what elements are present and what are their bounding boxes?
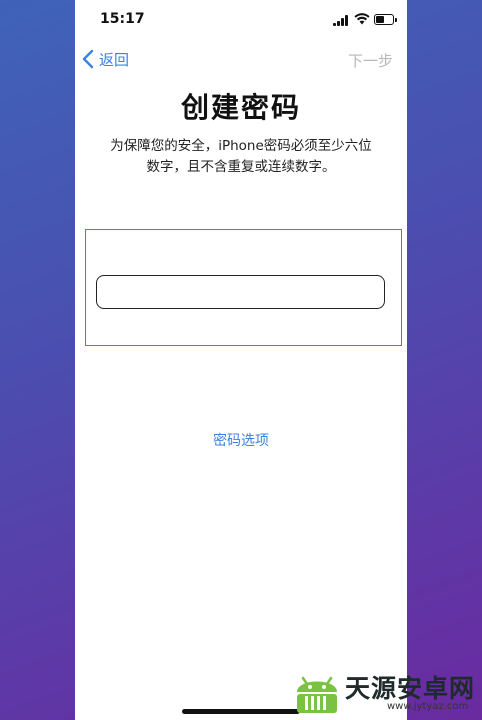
description: 为保障您的安全，iPhone密码必须至少六位 数字，且不含重复或连续数字。 xyxy=(91,136,391,178)
navigation-bar: 返回 下一步 xyxy=(75,44,407,74)
android-logo-icon xyxy=(297,676,337,713)
watermark-url: www.jytyaz.com xyxy=(387,701,469,712)
passcode-input[interactable] xyxy=(96,275,385,309)
wifi-icon xyxy=(354,13,370,25)
back-label: 返回 xyxy=(99,50,130,69)
phone-screen: 15:17 返回 下一步 创建密码 为保障您的安全，iPhone密码必须至少六位 xyxy=(75,0,407,720)
description-line-1: 为保障您的安全，iPhone密码必须至少六位 xyxy=(110,138,372,154)
cellular-signal-icon xyxy=(333,15,349,26)
battery-icon xyxy=(374,14,397,25)
next-button[interactable]: 下一步 xyxy=(348,50,393,71)
watermark: 天源安卓网 www.jytyaz.com xyxy=(283,664,482,720)
chevron-left-icon xyxy=(82,49,94,69)
description-line-2: 数字，且不含重复或连续数字。 xyxy=(146,159,336,175)
status-time: 15:17 xyxy=(100,11,145,27)
page-title: 创建密码 xyxy=(180,91,301,124)
status-bar: 15:17 xyxy=(75,0,407,40)
back-button[interactable]: 返回 xyxy=(81,47,129,71)
watermark-name: 天源安卓网 xyxy=(345,674,476,703)
passcode-options-link[interactable]: 密码选项 xyxy=(75,430,407,450)
